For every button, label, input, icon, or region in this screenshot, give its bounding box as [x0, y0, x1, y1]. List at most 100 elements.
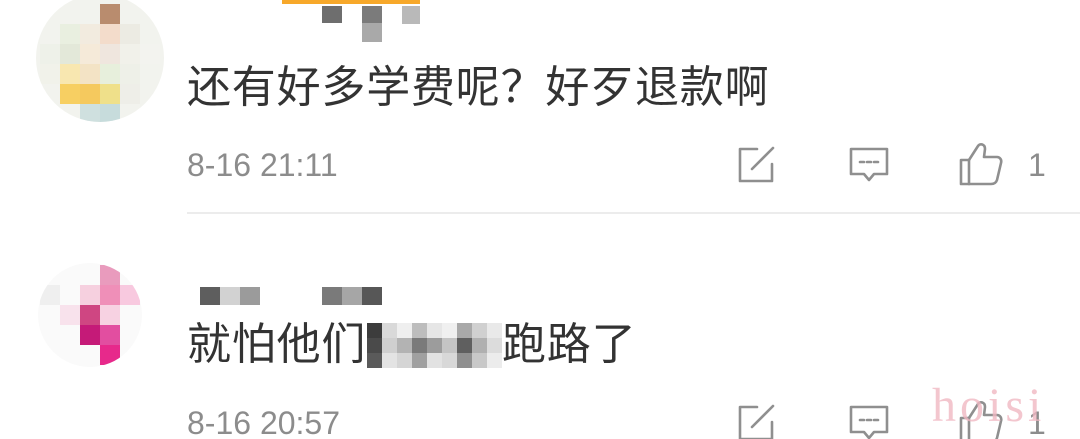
- mosaic-tile: [200, 287, 220, 305]
- mosaic-tile: [412, 323, 427, 338]
- mosaic-tile: [40, 64, 60, 84]
- mosaic-tile: [427, 323, 442, 338]
- mosaic-tile: [472, 338, 487, 353]
- mosaic-tile: [100, 44, 120, 64]
- mosaic-tile: [80, 44, 100, 64]
- thumbs-up-icon: [959, 401, 1003, 439]
- mosaic-tile: [472, 323, 487, 338]
- mosaic-tile: [100, 4, 120, 24]
- mosaic-tile: [362, 23, 382, 42]
- mosaic-tile: [362, 287, 382, 305]
- mosaic-tile: [40, 285, 60, 305]
- mosaic-tile: [140, 44, 160, 64]
- icon-stroke: [849, 405, 889, 439]
- mosaic-tile: [342, 287, 362, 305]
- mosaic-tile: [100, 104, 120, 122]
- comment-text: 还有好多学费呢？好歹退款啊: [187, 63, 770, 112]
- mosaic-tile: [100, 265, 120, 285]
- mosaic-tile: [487, 338, 502, 353]
- thumbs-up-icon: [959, 143, 1003, 186]
- mosaic-tile: [397, 353, 412, 368]
- share-icon: [738, 404, 775, 439]
- like-count: 1: [1028, 147, 1046, 183]
- like-count: 1: [1028, 405, 1046, 439]
- mosaic-tile: [412, 353, 427, 368]
- icon-stroke: [967, 143, 1003, 186]
- reply-button[interactable]: [847, 402, 891, 439]
- avatar[interactable]: [38, 263, 142, 367]
- avatar[interactable]: [36, 0, 164, 122]
- mosaic-tile: [322, 287, 342, 305]
- mosaic-tile: [80, 325, 100, 345]
- comment-text-before: 就怕他们: [187, 320, 367, 369]
- username-obscured[interactable]: [200, 285, 384, 307]
- mosaic-tile: [442, 338, 457, 353]
- comment-divider: [187, 212, 1080, 214]
- reply-button[interactable]: [847, 144, 891, 186]
- mosaic-tile: [100, 24, 120, 44]
- mosaic-tile: [40, 44, 60, 64]
- mosaic-tile: [80, 104, 100, 122]
- username-obscured[interactable]: [282, 0, 422, 42]
- mosaic-tile: [367, 353, 382, 368]
- icon-stroke: [849, 147, 889, 182]
- mosaic-tile: [412, 338, 427, 353]
- share-button[interactable]: [735, 144, 777, 186]
- icon-stroke: [750, 404, 775, 429]
- icon-stroke: [959, 416, 971, 439]
- mosaic-tile: [457, 323, 472, 338]
- mosaic-tile: [80, 285, 100, 305]
- mosaic-tile: [457, 338, 472, 353]
- mosaic-tile: [362, 6, 382, 23]
- mosaic-tile: [367, 323, 382, 338]
- mosaic-tile: [100, 325, 120, 345]
- mosaic-tile: [60, 84, 80, 104]
- mosaic-tile: [100, 285, 120, 305]
- comment-text-after: 跑路了: [502, 320, 637, 369]
- mosaic-tile: [60, 24, 80, 44]
- icon-stroke: [959, 158, 971, 186]
- comment-icon: [849, 405, 889, 439]
- mosaic-tile: [472, 353, 487, 368]
- comment-icon: [849, 147, 889, 182]
- mosaic-tile: [100, 305, 120, 325]
- like-button[interactable]: [957, 399, 1005, 439]
- mosaic-tile: [427, 338, 442, 353]
- mosaic-tile: [282, 0, 420, 4]
- mosaic-tile: [367, 338, 382, 353]
- mosaic-tile: [382, 323, 397, 338]
- mosaic-tile: [60, 64, 80, 84]
- icon-stroke: [750, 146, 775, 171]
- mosaic-tile: [442, 323, 457, 338]
- mosaic-tile: [120, 84, 140, 104]
- mosaic-tile: [402, 6, 420, 24]
- comment-list: 还有好多学费呢？好歹退款啊 8-16 21:11 1 就怕他们 跑路了 8-16…: [0, 0, 1080, 439]
- mosaic-tile: [80, 24, 100, 44]
- mosaic-tile: [80, 84, 100, 104]
- mosaic-tile: [487, 323, 502, 338]
- mosaic-tile: [382, 338, 397, 353]
- mosaic-tile: [120, 44, 140, 64]
- mosaic-tile: [60, 44, 80, 64]
- mosaic-tile: [487, 353, 502, 368]
- mosaic-tile: [240, 287, 260, 305]
- mosaic-tile: [80, 64, 100, 84]
- comment-timestamp: 8-16 21:11: [187, 147, 338, 183]
- like-button[interactable]: [957, 141, 1005, 187]
- mosaic-tile: [442, 353, 457, 368]
- mosaic-tile: [397, 338, 412, 353]
- mosaic-tile: [397, 323, 412, 338]
- mosaic-tile: [427, 353, 442, 368]
- mosaic-tile: [100, 345, 120, 365]
- mosaic-tile: [120, 285, 140, 305]
- mosaic-tile: [100, 84, 120, 104]
- mosaic-tile: [120, 24, 140, 44]
- icon-stroke: [967, 401, 1003, 439]
- share-button[interactable]: [735, 402, 777, 439]
- comment-timestamp: 8-16 20:57: [187, 405, 341, 439]
- mosaic-tile: [80, 305, 100, 325]
- mosaic-tile: [120, 64, 140, 84]
- mosaic-tile: [60, 305, 80, 325]
- obscured-text: [367, 323, 502, 368]
- mosaic-tile: [220, 287, 240, 305]
